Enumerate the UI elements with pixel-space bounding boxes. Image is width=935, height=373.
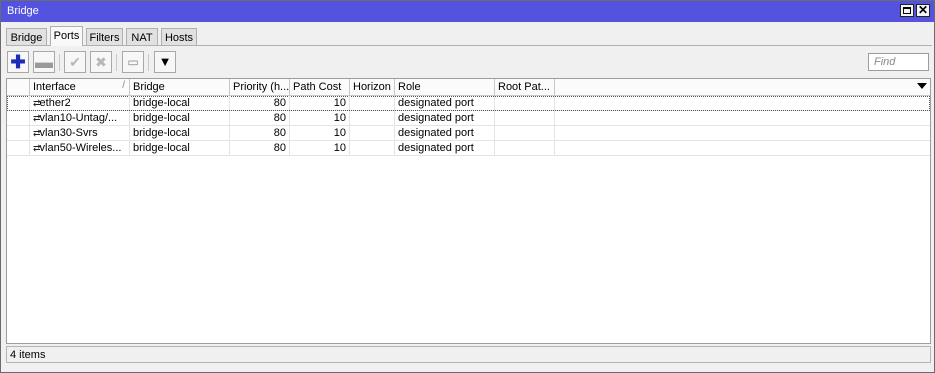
tab-divider: [6, 45, 932, 46]
cell-bridge: bridge-local: [130, 96, 230, 110]
column-header-horizon[interactable]: Horizon: [350, 79, 395, 95]
remove-icon: ▬: [35, 52, 53, 72]
table-row[interactable]: ⇄vlan10-Untag/... bridge-local 80 10 des…: [7, 111, 930, 126]
table-header: Interface / Bridge Priority (h... Path Co…: [7, 79, 930, 96]
toolbar-separator: [116, 54, 117, 71]
cell-priority: 80: [230, 126, 290, 140]
check-icon: ✔: [69, 54, 81, 70]
column-header-priority[interactable]: Priority (h...: [230, 79, 290, 95]
cell-horizon: [350, 141, 395, 155]
toolbar-separator: [148, 54, 149, 71]
toolbar-separator: [59, 54, 60, 71]
cell-interface: ⇄vlan50-Wireles...: [30, 141, 130, 155]
cell-interface: ⇄vlan10-Untag/...: [30, 111, 130, 125]
cell-path-cost: 10: [290, 141, 350, 155]
enable-button[interactable]: ✔: [64, 51, 86, 73]
cell-root-path: [495, 141, 555, 155]
comment-button[interactable]: ▭: [122, 51, 144, 73]
cell-priority: 80: [230, 141, 290, 155]
cell-role: designated port: [395, 111, 495, 125]
cell-interface: ⇄ether2: [30, 96, 130, 110]
cell-horizon: [350, 96, 395, 110]
tab-bridge[interactable]: Bridge: [6, 28, 47, 45]
cell-role: designated port: [395, 126, 495, 140]
tab-nat[interactable]: NAT: [126, 28, 158, 45]
cell-interface: ⇄vlan30-Svrs: [30, 126, 130, 140]
close-button[interactable]: ✕: [916, 3, 930, 17]
tab-filters[interactable]: Filters: [86, 28, 123, 45]
cell-root-path: [495, 111, 555, 125]
table-row[interactable]: ⇄ether2 bridge-local 80 10 designated po…: [7, 96, 930, 111]
cell-role: designated port: [395, 96, 495, 110]
column-header-root-path[interactable]: Root Pat...: [495, 79, 555, 95]
cell-path-cost: 10: [290, 96, 350, 110]
row-marker: [7, 111, 30, 125]
column-header-marker[interactable]: [7, 79, 30, 95]
window-title: Bridge: [7, 5, 39, 17]
column-header-interface[interactable]: Interface /: [30, 79, 130, 95]
tab-hosts[interactable]: Hosts: [161, 28, 197, 45]
table-row[interactable]: ⇄vlan50-Wireles... bridge-local 80 10 de…: [7, 141, 930, 156]
cell-root-path: [495, 126, 555, 140]
status-bar: 4 items: [6, 346, 931, 363]
cell-bridge: bridge-local: [130, 111, 230, 125]
maximize-button[interactable]: [900, 4, 914, 17]
cell-path-cost: 10: [290, 111, 350, 125]
table-row[interactable]: ⇄vlan30-Svrs bridge-local 80 10 designat…: [7, 126, 930, 141]
ports-table: Interface / Bridge Priority (h... Path Co…: [6, 78, 931, 344]
find-input[interactable]: Find: [868, 53, 929, 71]
cell-priority: 80: [230, 96, 290, 110]
cell-root-path: [495, 96, 555, 110]
tab-ports[interactable]: Ports: [50, 26, 83, 46]
row-marker: [7, 141, 30, 155]
cell-horizon: [350, 126, 395, 140]
column-header-role[interactable]: Role: [395, 79, 495, 95]
column-header-path-cost[interactable]: Path Cost: [290, 79, 350, 95]
row-marker: [7, 96, 30, 110]
sort-icon: /: [122, 80, 125, 91]
bridge-window: Bridge ✕ Bridge Ports Filters NAT Hosts …: [0, 0, 935, 373]
filter-icon: ▼: [158, 54, 172, 69]
filter-button[interactable]: ▼: [154, 51, 176, 73]
disable-button[interactable]: ✖: [90, 51, 112, 73]
add-icon: ✚: [10, 52, 26, 72]
comment-icon: ▭: [127, 55, 139, 69]
title-bar[interactable]: Bridge ✕: [1, 1, 934, 22]
column-header-bridge[interactable]: Bridge: [130, 79, 230, 95]
cell-bridge: bridge-local: [130, 141, 230, 155]
maximize-icon: [903, 7, 911, 14]
cell-role: designated port: [395, 141, 495, 155]
row-marker: [7, 126, 30, 140]
cell-horizon: [350, 111, 395, 125]
close-icon: ✕: [917, 3, 929, 17]
column-menu-icon[interactable]: [917, 83, 927, 89]
cross-icon: ✖: [95, 54, 107, 70]
cell-path-cost: 10: [290, 126, 350, 140]
remove-button[interactable]: ▬: [33, 51, 55, 73]
cell-bridge: bridge-local: [130, 126, 230, 140]
cell-priority: 80: [230, 111, 290, 125]
add-button[interactable]: ✚: [7, 51, 29, 73]
